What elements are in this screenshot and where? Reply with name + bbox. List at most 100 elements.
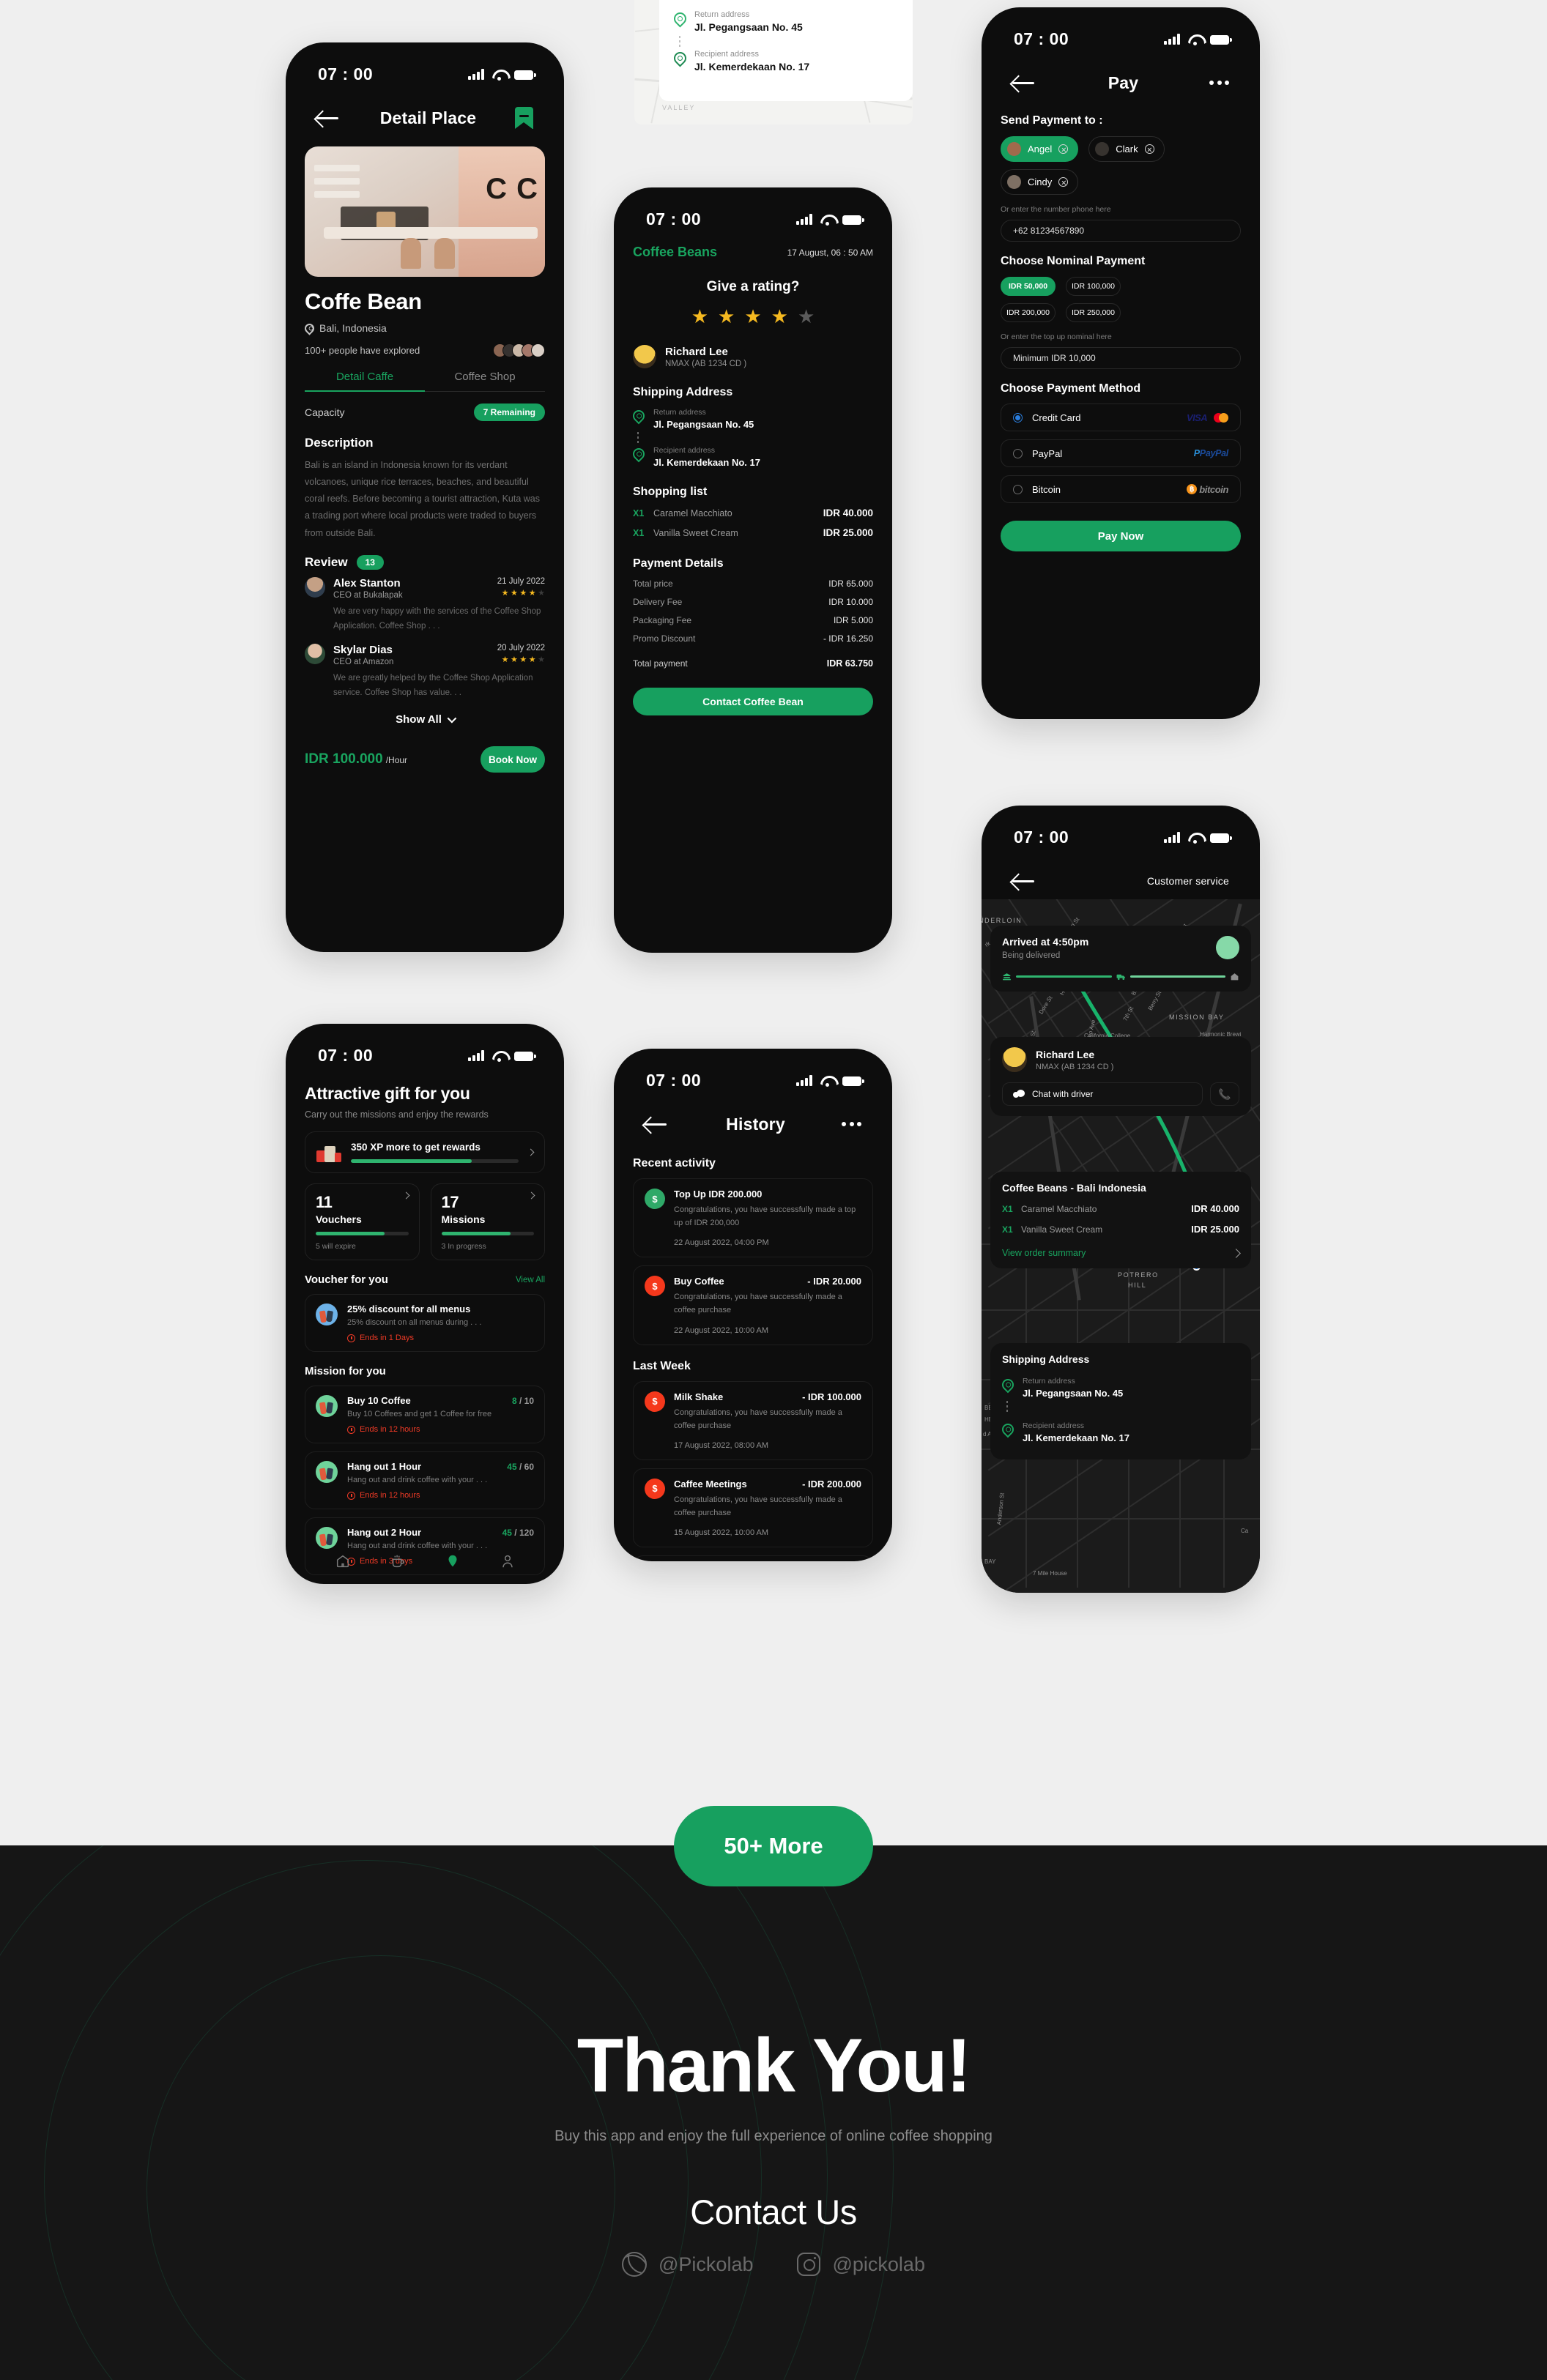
bookmark-icon[interactable] (515, 107, 533, 129)
history-time: 22 August 2022, 10:00 AM (674, 1325, 769, 1335)
profile-icon[interactable] (500, 1553, 516, 1569)
contact-coffee-bean-button[interactable]: Contact Coffee Bean (633, 688, 873, 715)
map-label: Ca (1241, 1528, 1249, 1534)
star-icon[interactable]: ★ (691, 307, 708, 326)
call-driver-button[interactable]: 📞 (1210, 1082, 1239, 1106)
explorer-avatars (493, 343, 545, 357)
recent-activity-title: Recent activity (633, 1157, 716, 1169)
dribbble-link[interactable]: @Pickolab (622, 2252, 753, 2277)
back-button[interactable] (1012, 75, 1037, 91)
instagram-link[interactable]: @pickolab (797, 2253, 925, 2276)
stat-card-vouchers[interactable]: 11 Vouchers 5 will expire (305, 1183, 420, 1260)
tab-coffee-shop[interactable]: Coffee Shop (425, 371, 545, 392)
nominal-option-50000[interactable]: IDR 50,000 (1001, 277, 1056, 296)
nominal-option-200000[interactable]: IDR 200,000 (1001, 303, 1056, 322)
back-button[interactable] (316, 110, 341, 126)
page-title: Customer service (1146, 875, 1229, 887)
close-icon[interactable] (1058, 177, 1069, 187)
wifi-icon (1188, 34, 1202, 45)
map-label: 7 Mile House (1033, 1570, 1067, 1577)
mission-card[interactable]: Hang out 1 Hour 45 / 60 Hang out and dri… (305, 1451, 545, 1509)
star-icon[interactable]: ★ (771, 307, 788, 326)
close-icon[interactable] (1058, 144, 1069, 154)
back-button[interactable] (1012, 873, 1037, 889)
voucher-title: 25% discount for all menus (347, 1304, 471, 1314)
last-week-title: Last Week (633, 1359, 691, 1372)
chat-with-driver-button[interactable]: Chat with driver (1002, 1082, 1203, 1106)
location-pin-icon (630, 407, 648, 425)
more-options-icon[interactable] (842, 1122, 861, 1126)
payment-method-paypal[interactable]: PayPal PPayPal (1001, 439, 1241, 467)
brand-name: Coffee Beans (633, 245, 718, 259)
nominal-option-100000[interactable]: IDR 100,000 (1066, 277, 1121, 296)
mission-title: Hang out 2 Hour (347, 1527, 422, 1538)
payment-method-bitcoin[interactable]: Bitcoin ฿ bitcoin (1001, 475, 1241, 503)
description-text: Bali is an island in Indonesia known for… (305, 460, 540, 538)
more-options-icon[interactable] (1209, 81, 1229, 85)
view-all-link[interactable]: View All (516, 1276, 545, 1284)
coffee-cup-icon[interactable] (390, 1553, 406, 1569)
status-bar: 07 : 00 (614, 1049, 892, 1096)
battery-icon (1210, 35, 1232, 45)
stat-card-missions[interactable]: 17 Missions 3 In progress (430, 1183, 545, 1260)
contact-chip-angel[interactable]: Angel (1001, 136, 1079, 162)
payment-method-credit-card[interactable]: Credit Card VISA (1001, 404, 1241, 431)
paypal-logo-icon: PPayPal (1193, 448, 1229, 458)
home-icon[interactable] (335, 1553, 351, 1569)
star-icon[interactable]: ★ (798, 307, 815, 326)
star-icon[interactable]: ★ (718, 307, 735, 326)
history-item[interactable]: $ Top Up IDR 200.000 Congratulations, yo… (633, 1178, 873, 1258)
xp-progress-card[interactable]: 350 XP more to get rewards (305, 1131, 545, 1173)
history-item[interactable]: $ Caffee Meetings - IDR 200.000 Congratu… (633, 1468, 873, 1548)
social-links: @Pickolab @pickolab (0, 2252, 1547, 2277)
hero-bar-top (324, 227, 538, 239)
mission-expiry: Ends in 12 hours (347, 1491, 534, 1500)
radio-button[interactable] (1013, 448, 1023, 458)
status-time: 07 : 00 (646, 1070, 702, 1090)
contact-chip-clark[interactable]: Clark (1088, 136, 1165, 162)
contact-chip-cindy[interactable]: Cindy (1001, 169, 1079, 195)
history-item[interactable]: $ Buy Coffee - IDR 20.000 Congratulation… (633, 1265, 873, 1345)
mission-progress-current: 8 (511, 1396, 517, 1406)
recipient-address-label: Recipient address (694, 50, 760, 59)
voucher-card[interactable]: 25% discount for all menus 25% discount … (305, 1294, 545, 1352)
mission-card[interactable]: Buy 10 Coffee 8 / 10 Buy 10 Coffees and … (305, 1386, 545, 1443)
phone-number-input[interactable]: +62 81234567890 (1001, 220, 1241, 242)
show-all-reviews-button[interactable]: Show All (286, 700, 564, 726)
radio-button[interactable] (1013, 484, 1023, 494)
tab-detail-caffe[interactable]: Detail Caffe (305, 371, 425, 392)
nominal-option-250000[interactable]: IDR 250,000 (1066, 303, 1121, 322)
more-screens-button[interactable]: 50+ More (674, 1806, 873, 1886)
payment-value: - IDR 16.250 (823, 633, 873, 644)
phone-gifts: 07 : 00 Attractive gift for you Carry ou… (286, 1024, 564, 1584)
pay-now-button[interactable]: Pay Now (1001, 521, 1241, 551)
rating-stars[interactable]: ★ ★ ★ ★ ★ (614, 307, 892, 326)
xp-progress-bar (351, 1159, 519, 1163)
payment-row: Promo Discount - IDR 16.250 (614, 625, 892, 644)
location-pin-icon[interactable] (445, 1553, 461, 1569)
map-label: MISSION BAY (1169, 1014, 1225, 1021)
radio-button[interactable] (1013, 412, 1023, 423)
close-icon[interactable] (1144, 144, 1154, 154)
order-header: Coffee Beans 17 August, 06 : 50 AM (614, 234, 892, 260)
visa-logo-icon: VISA (1187, 412, 1208, 423)
purchase-icon: $ (645, 1276, 665, 1297)
book-now-button[interactable]: Book Now (481, 746, 545, 773)
avatar (1007, 142, 1021, 156)
address-card-body: Return address Jl. Pegangsaan No. 45 Rec… (659, 0, 913, 101)
expiry-text: Ends in 12 hours (360, 1491, 420, 1500)
star-icon[interactable]: ★ (744, 307, 761, 326)
truck-icon (1116, 974, 1125, 981)
history-item[interactable]: $ Top Up IDR 500.000 Congratulations, yo… (633, 1555, 873, 1561)
reviewer-role: CEO at Bukalapak (333, 590, 403, 600)
payment-value: IDR 10.000 (828, 597, 873, 607)
history-item[interactable]: $ Milk Shake - IDR 100.000 Congratulatio… (633, 1380, 873, 1460)
arrival-card: Arrived at 4:50pm Being delivered (990, 926, 1251, 992)
back-button[interactable] (645, 1116, 669, 1132)
payment-value: IDR 65.000 (828, 579, 873, 589)
stat-number: 11 (316, 1193, 333, 1211)
return-address-value: Jl. Pegangsaan No. 45 (1023, 1388, 1124, 1399)
topup-amount-input[interactable]: Minimum IDR 10,000 (1001, 347, 1241, 369)
review-stars: ★ ★ ★ ★ ★ (501, 655, 545, 664)
view-order-summary-link[interactable]: View order summary (1002, 1248, 1241, 1258)
